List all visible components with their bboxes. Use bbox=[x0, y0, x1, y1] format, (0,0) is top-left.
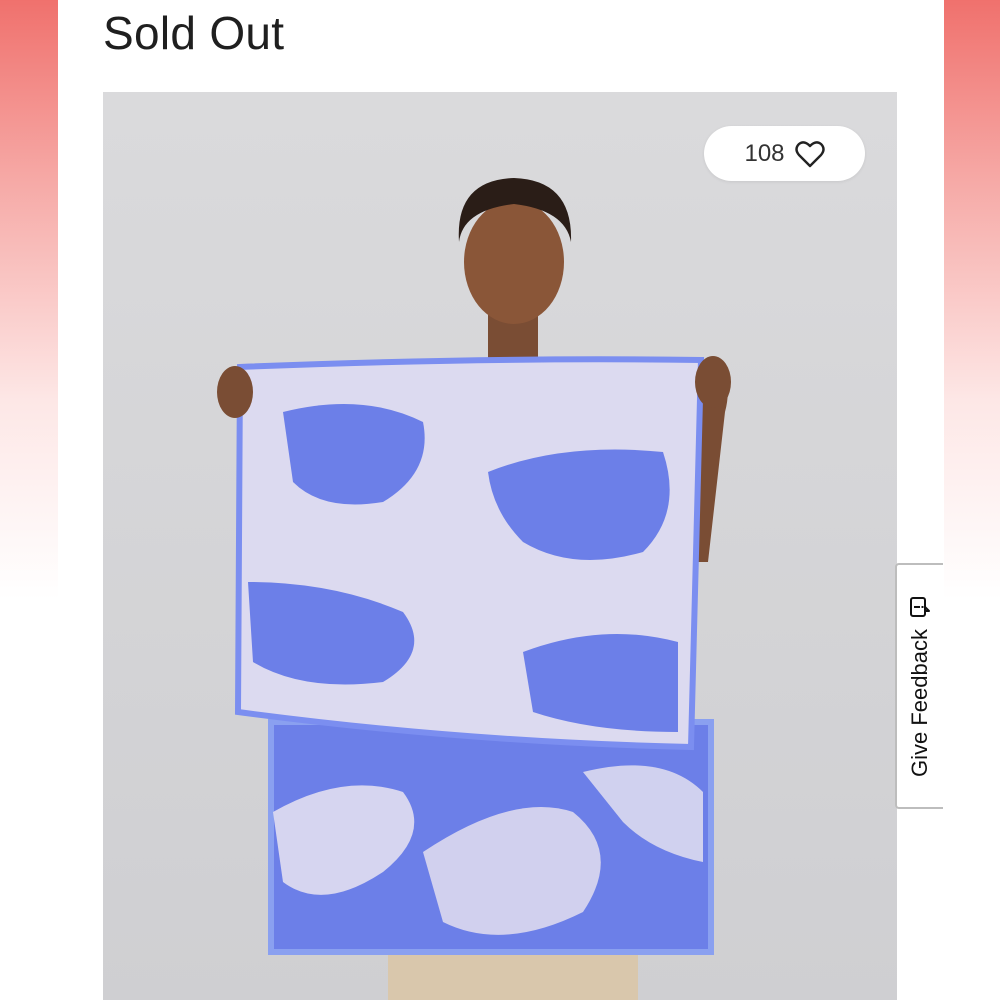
sold-out-status: Sold Out bbox=[103, 7, 285, 59]
feedback-label: Give Feedback bbox=[907, 629, 932, 777]
give-feedback-tab[interactable]: Give Feedback bbox=[895, 563, 943, 809]
trousers bbox=[388, 952, 638, 1000]
feedback-icon bbox=[910, 597, 930, 618]
like-button[interactable]: 108 bbox=[704, 126, 865, 181]
left-side-gradient bbox=[0, 0, 58, 1000]
heart-outline-icon bbox=[794, 140, 825, 167]
upper-towel bbox=[234, 356, 705, 751]
left-hand bbox=[217, 366, 253, 418]
lower-towel bbox=[268, 719, 714, 955]
right-side-gradient bbox=[944, 0, 1000, 1000]
product-photo-illustration bbox=[103, 92, 897, 1000]
like-count: 108 bbox=[744, 139, 785, 167]
product-image[interactable] bbox=[103, 92, 897, 1000]
face bbox=[464, 200, 564, 324]
feedback-content: Give Feedback bbox=[907, 595, 933, 777]
right-hand bbox=[695, 356, 731, 408]
